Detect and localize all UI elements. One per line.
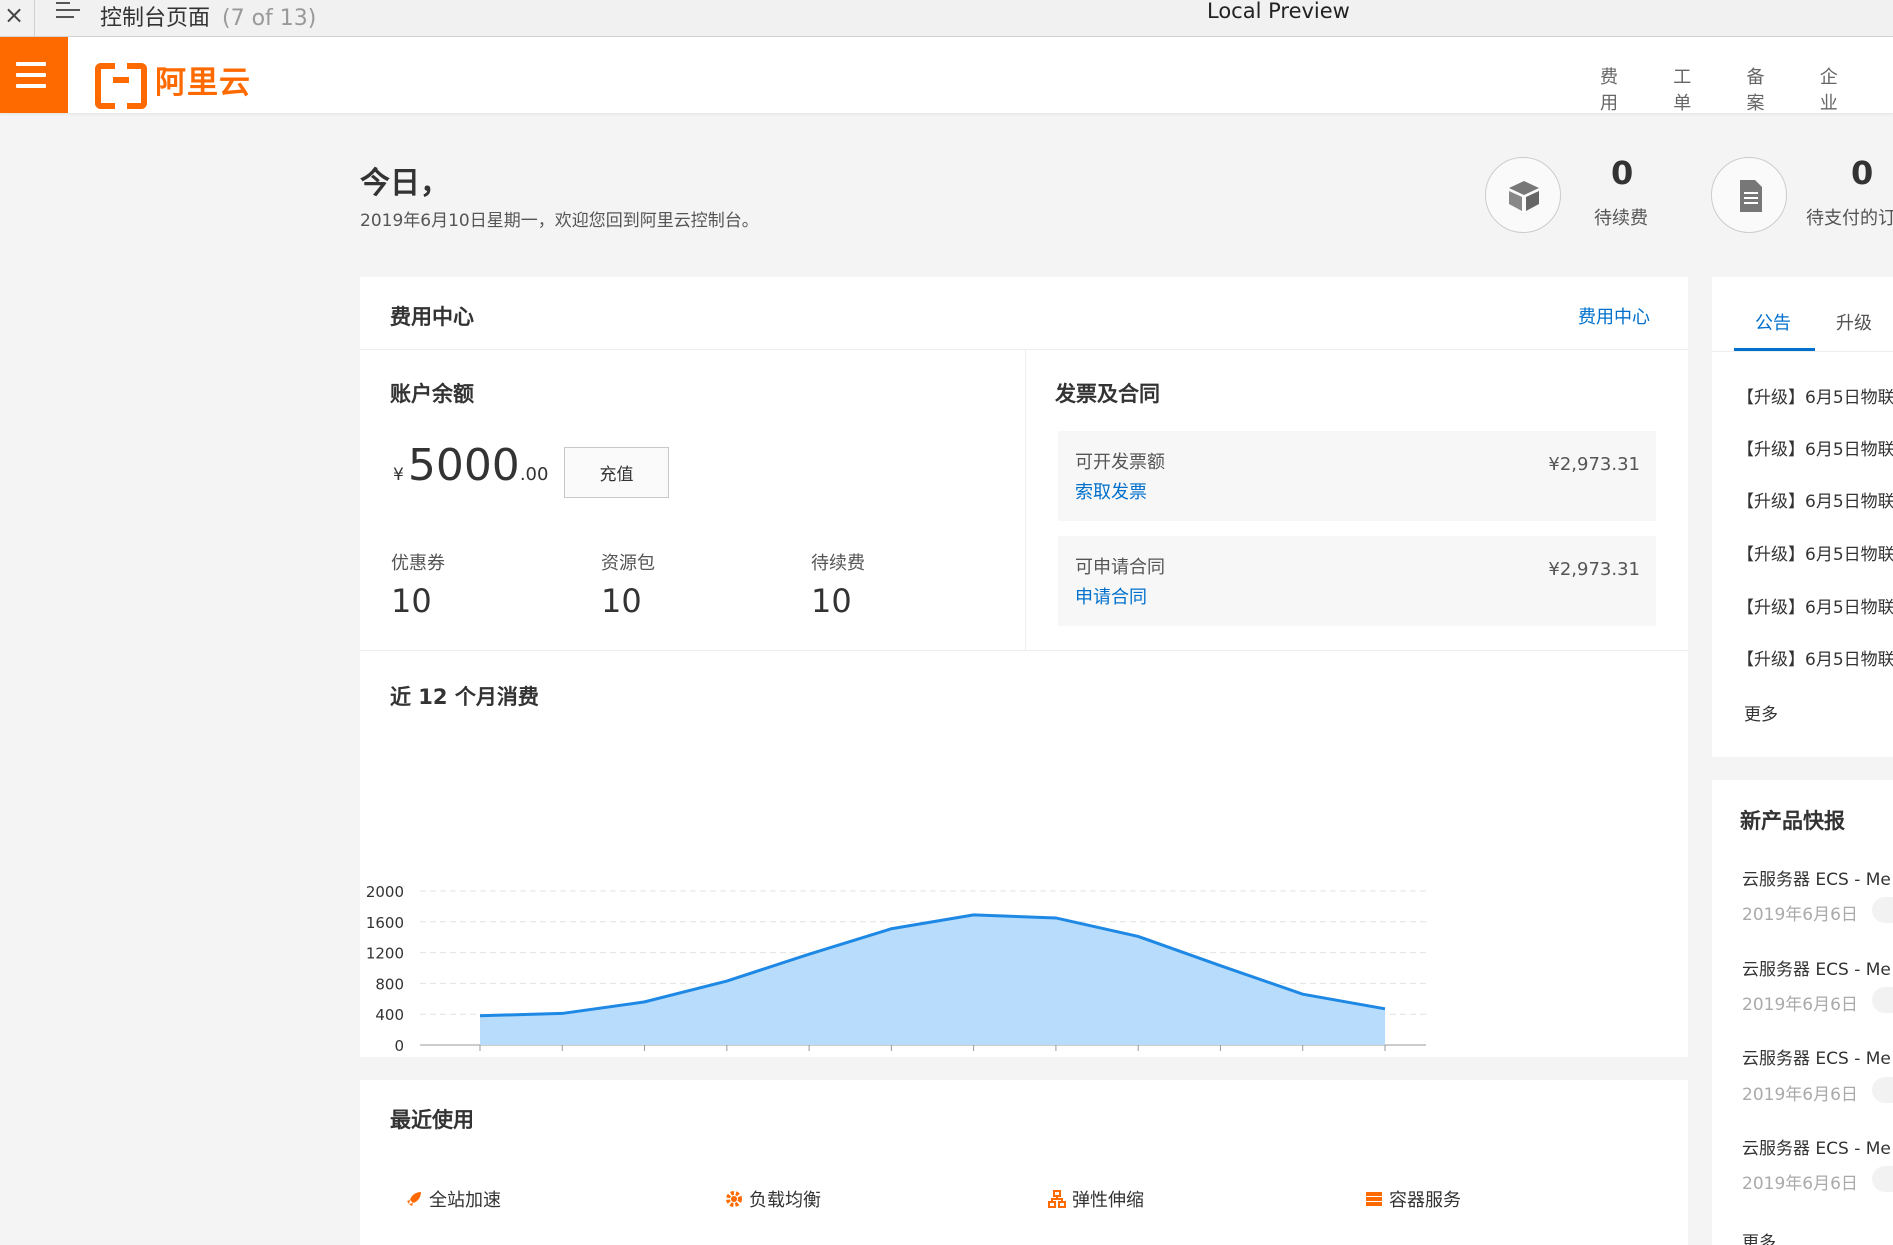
announcement-item[interactable]: 【升级】6月5日物联: [1737, 645, 1893, 670]
tab-announcement[interactable]: 公告: [1755, 309, 1791, 335]
tab-divider: [1712, 351, 1893, 352]
tab-upgrade[interactable]: 升级: [1836, 309, 1872, 335]
coupon-label: 优惠券: [391, 553, 445, 574]
nav-link-enterprise[interactable]: 企业: [1820, 63, 1855, 115]
server-icon: [1366, 1192, 1382, 1206]
request-contract-link[interactable]: 申请合同: [1075, 583, 1147, 609]
chart-area: [480, 914, 1385, 1045]
balance-amount: ¥ 5000 .00: [393, 440, 549, 491]
resource-pack-value[interactable]: 10: [601, 582, 642, 620]
fee-center-panel: 费用中心 费用中心 账户余额 ¥ 5000 .00 充值 优惠券 10 资源包 …: [360, 277, 1688, 1111]
new-products-title: 新产品快报: [1740, 809, 1845, 833]
greeting-title: 今日，: [360, 166, 450, 201]
preview-titlebar: × 控制台页面 (7 of 13) Local Preview: [0, 0, 1893, 37]
resource-pack-label: 资源包: [601, 553, 655, 574]
product-name[interactable]: 云服务器 ECS - Me: [1742, 865, 1891, 890]
renew-label: 待续费: [1594, 208, 1648, 229]
chart-y-tick-label: 800: [375, 975, 404, 993]
products-more-link[interactable]: 更多: [1742, 1228, 1776, 1245]
invoice-box: 可开发票额 索取发票 ¥2,973.31: [1058, 431, 1656, 521]
pending-renew-label: 待续费: [811, 553, 865, 574]
gear-icon: [726, 1191, 742, 1207]
chart-y-tick-label: 2000: [366, 883, 404, 901]
nav-link-ticket[interactable]: 工单: [1673, 63, 1708, 115]
product-tag: [1872, 987, 1893, 1013]
recent-use-panel: 最近使用 全站加速 负载均衡 弹性伸缩 容器服务: [360, 1080, 1688, 1245]
chart-y-tick-label: 1200: [366, 945, 404, 963]
consumption-chart: 近 12 个月消费 04008001200160020002019-012019…: [360, 651, 1688, 1111]
contract-box: 可申请合同 申请合同 ¥2,973.31: [1058, 536, 1656, 626]
product-date: 2019年6月6日: [1742, 905, 1858, 925]
nav-link-filing[interactable]: 备案: [1747, 63, 1782, 115]
fee-center-link[interactable]: 费用中心: [1578, 303, 1650, 329]
product-tag: [1872, 1166, 1893, 1192]
brand-logo[interactable]: 阿里云: [95, 57, 251, 109]
invoice-label: 可开发票额: [1075, 452, 1165, 473]
renew-count[interactable]: 0: [1611, 154, 1633, 192]
page-counter: (7 of 13): [222, 6, 317, 31]
announcement-more-link[interactable]: 更多: [1744, 700, 1778, 725]
product-name[interactable]: 云服务器 ECS - Me: [1742, 1134, 1891, 1159]
document-icon[interactable]: [1711, 157, 1787, 233]
top-navbar: 阿里云 费用 工单 备案 企业: [0, 37, 1893, 115]
titlebar-divider: [34, 0, 35, 37]
announcement-item[interactable]: 【升级】6月5日物联: [1737, 487, 1893, 512]
product-name[interactable]: 云服务器 ECS - Me: [1742, 955, 1891, 980]
fee-center-title: 费用中心: [390, 305, 474, 329]
chart-title: 近 12 个月消费: [390, 685, 539, 709]
greeting-subtitle: 2019年6月10日星期一，欢迎您回到阿里云控制台。: [360, 211, 759, 231]
brand-name: 阿里云: [155, 65, 251, 101]
sidebar-toggle-icon[interactable]: [56, 2, 80, 24]
chart-y-tick-label: 1600: [366, 914, 404, 932]
invoice-title: 发票及合同: [1055, 382, 1160, 406]
recent-item-slb[interactable]: 负载均衡: [725, 1186, 821, 1212]
contract-label: 可申请合同: [1075, 557, 1165, 578]
unpaid-label: 待支付的订: [1806, 208, 1893, 229]
recent-item-cdn[interactable]: 全站加速: [405, 1186, 501, 1212]
window-title: Local Preview: [1207, 0, 1350, 23]
recharge-button[interactable]: 充值: [564, 447, 669, 498]
coupon-value[interactable]: 10: [391, 582, 432, 620]
logo-mark-icon: [95, 62, 147, 109]
network-icon: [1048, 1190, 1066, 1208]
chart-y-tick-label: 400: [375, 1006, 404, 1024]
product-tag: [1872, 1077, 1893, 1103]
recent-use-title: 最近使用: [390, 1108, 474, 1132]
recent-item-autoscaling[interactable]: 弹性伸缩: [1048, 1186, 1144, 1212]
recent-item-container[interactable]: 容器服务: [1365, 1186, 1461, 1212]
fee-center-header: 费用中心 费用中心: [360, 277, 1688, 350]
panel-divider: [1025, 350, 1026, 650]
product-name[interactable]: 云服务器 ECS - Me: [1742, 1044, 1891, 1069]
announcement-panel: 公告 升级 【升级】6月5日物联 【升级】6月5日物联 【升级】6月5日物联 【…: [1712, 277, 1893, 757]
pending-renew-value[interactable]: 10: [811, 582, 852, 620]
announcement-item[interactable]: 【升级】6月5日物联: [1737, 593, 1893, 618]
rocket-icon: [407, 1192, 421, 1206]
invoice-amount: ¥2,973.31: [1548, 454, 1640, 475]
announcement-item[interactable]: 【升级】6月5日物联: [1737, 540, 1893, 565]
balance-title: 账户余额: [390, 382, 474, 406]
product-date: 2019年6月6日: [1742, 995, 1858, 1015]
document-title: 控制台页面 (7 of 13): [100, 6, 317, 31]
consumption-chart-svg: 04008001200160020002019-012019-022019-03…: [366, 883, 1426, 1111]
chart-y-tick-label: 0: [394, 1037, 404, 1055]
top-nav-links: 费用 工单 备案 企业: [1600, 63, 1893, 115]
contract-amount: ¥2,973.31: [1548, 559, 1640, 580]
product-tag: [1872, 897, 1893, 923]
menu-icon[interactable]: [0, 37, 68, 113]
request-invoice-link[interactable]: 索取发票: [1075, 478, 1147, 504]
nav-link-fee[interactable]: 费用: [1600, 63, 1635, 115]
box-icon[interactable]: [1485, 157, 1561, 233]
announcement-item[interactable]: 【升级】6月5日物联: [1737, 383, 1893, 408]
new-products-panel: 新产品快报 云服务器 ECS - Me 2019年6月6日 云服务器 ECS -…: [1712, 780, 1893, 1245]
product-date: 2019年6月6日: [1742, 1085, 1858, 1105]
unpaid-count[interactable]: 0: [1851, 154, 1873, 192]
announcement-item[interactable]: 【升级】6月5日物联: [1737, 435, 1893, 460]
close-icon[interactable]: ×: [4, 1, 24, 29]
product-date: 2019年6月6日: [1742, 1174, 1858, 1194]
